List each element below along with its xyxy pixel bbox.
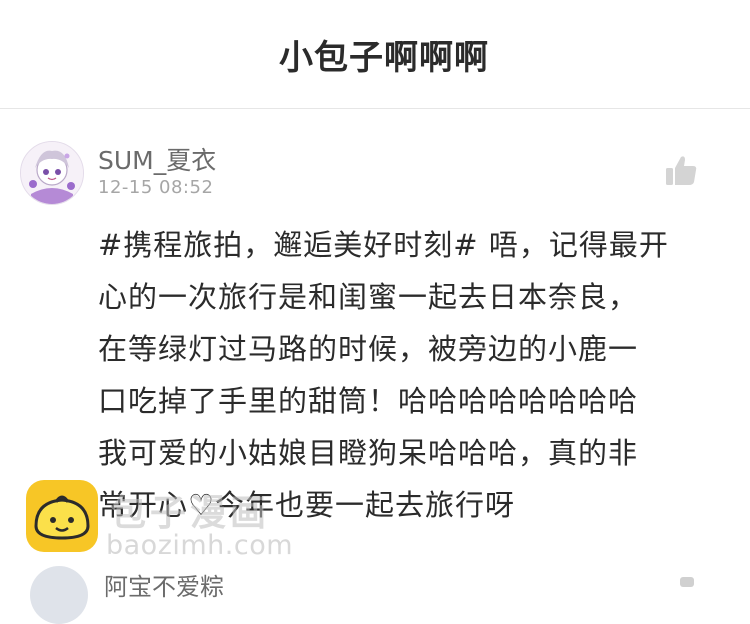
like-button[interactable] xyxy=(662,153,700,189)
comment-text-line: 在等绿灯过马路的时候，被旁边的小鹿一 xyxy=(98,332,639,366)
comment-text-line: #携程旅拍，邂逅美好时刻# 唔，记得最开 xyxy=(98,228,669,262)
user-avatar[interactable] xyxy=(20,141,84,205)
comment-text-line: 心的一次旅行是和闺蜜一起去日本奈良， xyxy=(98,280,639,314)
watermark-name: 包子漫画 xyxy=(110,493,271,534)
comment-username[interactable]: SUM_夏衣 xyxy=(98,141,216,177)
thumbs-up-icon xyxy=(666,156,697,185)
page-title: 小包子啊啊啊 xyxy=(279,37,489,78)
page-header: 小包子啊啊啊 xyxy=(0,0,750,109)
next-user-avatar[interactable] xyxy=(30,566,88,624)
avatar-illustration xyxy=(21,142,83,204)
comment-text-line: 口吃掉了手里的甜筒！哈哈哈哈哈哈哈哈 xyxy=(98,384,639,418)
baozi-logo xyxy=(26,480,98,552)
baozi-icon xyxy=(34,495,90,540)
comment-text-line: 我可爱的小姑娘目瞪狗呆哈哈哈，真的非 xyxy=(98,436,639,470)
watermark-url: baozimh.com xyxy=(106,530,294,561)
comment-timestamp: 12-15 08:52 xyxy=(98,177,214,198)
watermark: 包子漫画 baozimh.com xyxy=(26,480,326,570)
next-comment-username[interactable]: 阿宝不爱粽 xyxy=(104,567,224,602)
